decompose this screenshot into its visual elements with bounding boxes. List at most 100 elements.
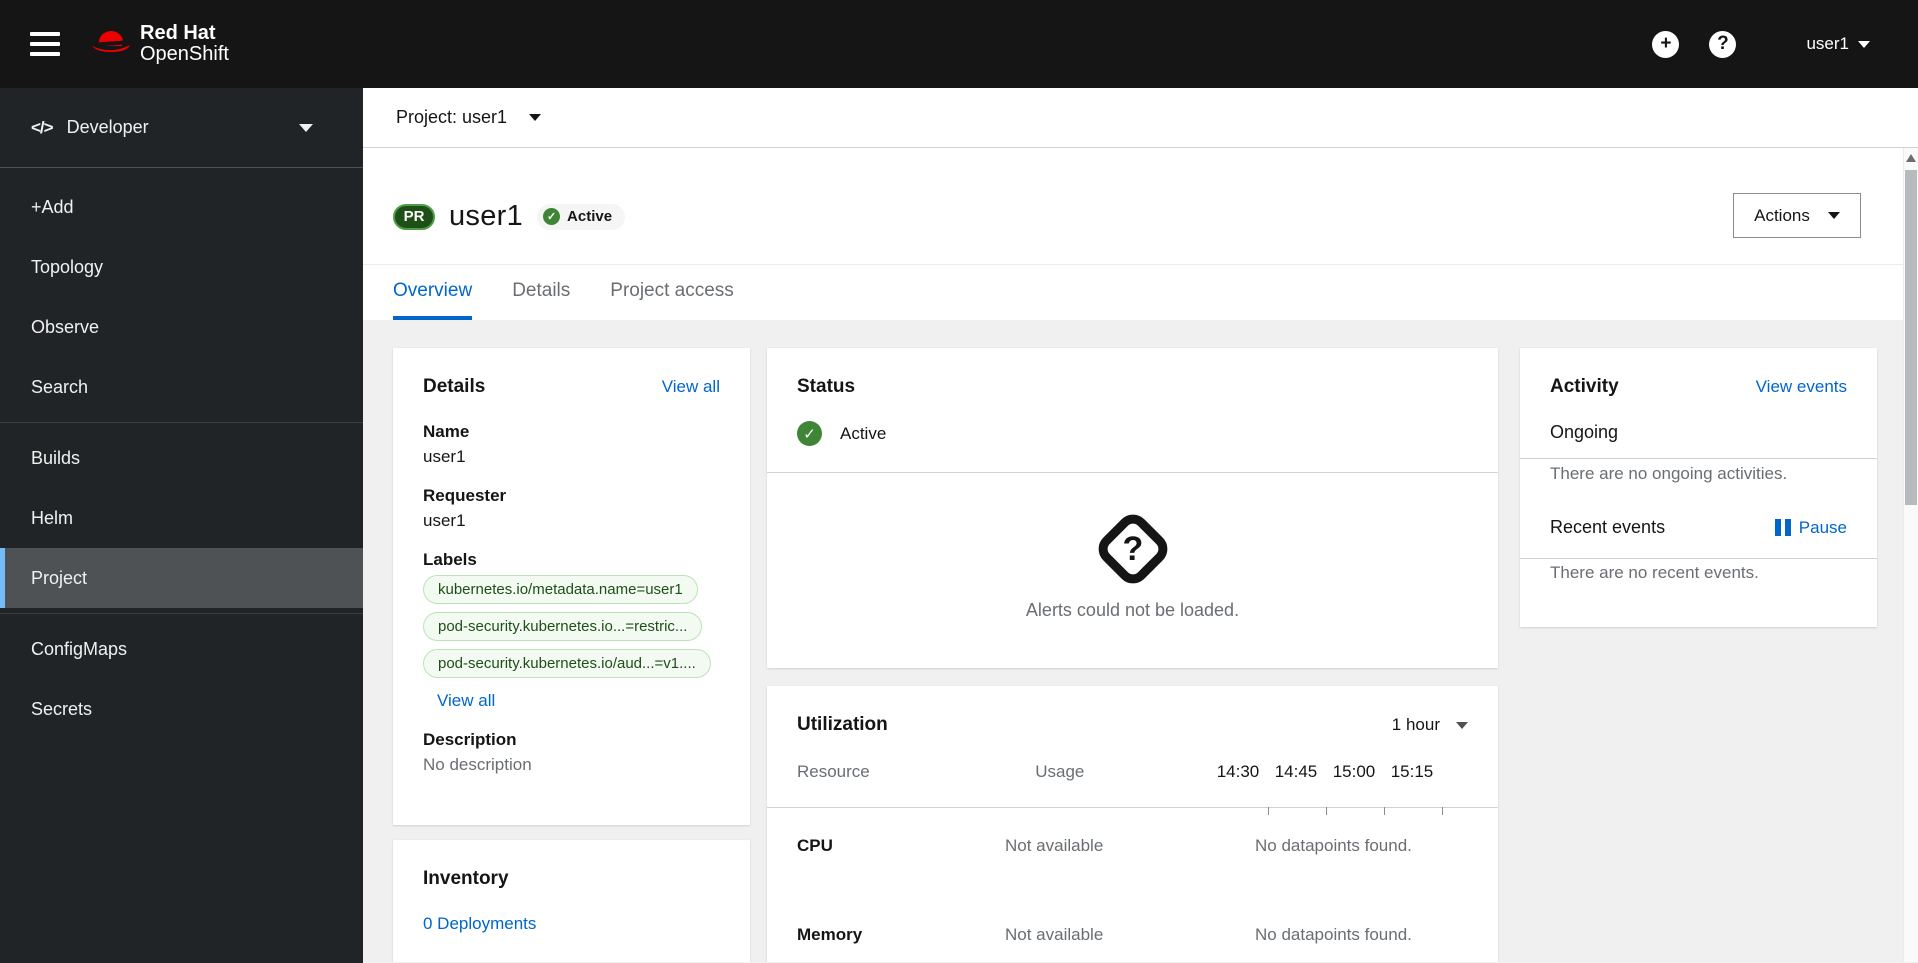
main-content: Project: user1 PR user1 ✓ Active Actions… [363, 88, 1918, 963]
resource-name: CPU [797, 836, 833, 855]
help-circle-icon[interactable]: ? [1709, 30, 1737, 58]
pause-events-button[interactable]: Pause [1774, 517, 1847, 538]
label-chip[interactable]: kubernetes.io/metadata.name=user1 [423, 575, 698, 604]
sidebar-item-builds[interactable]: Builds [0, 428, 363, 488]
vertical-scrollbar[interactable] [1903, 148, 1918, 962]
brand-line1: Red Hat [140, 22, 216, 44]
chevron-down-icon [1827, 212, 1840, 219]
inventory-card: Inventory 0 Deployments [393, 840, 750, 962]
time-tick-label: 15:00 [1332, 762, 1376, 781]
status-value: Active [840, 423, 887, 443]
utilization-card: Utilization 1 hour Resource Usage 14:30 … [767, 686, 1498, 962]
pause-button-label: Pause [1798, 517, 1847, 537]
alerts-message: Alerts could not be loaded. [1025, 600, 1240, 620]
scroll-up-arrow-icon[interactable] [1906, 154, 1916, 162]
divider [1520, 458, 1877, 459]
redhat-hat-icon [92, 31, 130, 52]
chevron-down-icon [1858, 40, 1870, 48]
axis-ticks [1239, 807, 1471, 815]
check-circle-icon: ✓ [797, 421, 822, 446]
project-resource-badge: PR [393, 203, 435, 230]
tab-overview[interactable]: Overview [393, 265, 473, 320]
user-menu[interactable]: user1 [1806, 34, 1870, 54]
tab-details[interactable]: Details [512, 265, 570, 320]
details-view-all-link[interactable]: View all [662, 377, 720, 397]
sidebar-divider [0, 422, 363, 423]
resource-name: Memory [797, 925, 863, 944]
ongoing-empty-text: There are no ongoing activities. [1550, 464, 1788, 483]
status-card-title: Status [797, 376, 856, 397]
sidebar-divider [0, 613, 363, 614]
usage-value: Not available [1005, 925, 1104, 944]
sidebar-item-search[interactable]: Search [0, 357, 363, 417]
name-value: user1 [423, 447, 466, 466]
chevron-down-icon [1456, 721, 1468, 729]
scroll-region: PR user1 ✓ Active Actions Overview Detai… [363, 148, 1918, 962]
page-header: PR user1 ✓ Active Actions [363, 148, 1903, 264]
requester-value: user1 [423, 511, 466, 530]
ongoing-label: Ongoing [1550, 422, 1619, 442]
tab-project-access[interactable]: Project access [610, 265, 734, 320]
labels-view-all-link[interactable]: View all [437, 691, 495, 711]
actions-button-label: Actions [1754, 205, 1810, 225]
datapoints-value: No datapoints found. [1255, 836, 1412, 855]
page-title: user1 [449, 200, 524, 232]
deployments-link[interactable]: 0 Deployments [423, 914, 536, 934]
chevron-down-icon [299, 123, 313, 132]
project-selector[interactable]: Project: user1 [363, 88, 1918, 148]
sidebar-item-project[interactable]: Project [0, 548, 363, 608]
usage-value: Not available [1005, 836, 1104, 855]
duration-select[interactable]: 1 hour [1392, 715, 1468, 735]
details-card: Details View all Name user1 Requester us… [393, 348, 750, 825]
activity-card-title: Activity [1550, 376, 1619, 397]
sidebar-item-add[interactable]: +Add [0, 177, 363, 237]
datapoints-value: No datapoints found. [1255, 925, 1412, 944]
activity-card: Activity View events Ongoing There are n… [1520, 348, 1877, 627]
unknown-status-icon: ? [1091, 507, 1174, 591]
perspective-switcher[interactable]: </> Developer [0, 88, 363, 168]
name-label: Name [423, 422, 470, 441]
col-resource-header: Resource [797, 762, 870, 781]
user-menu-label: user1 [1806, 34, 1849, 53]
requester-label: Requester [423, 486, 507, 505]
status-badge: ✓ Active [537, 203, 626, 230]
divider [1520, 558, 1877, 559]
pause-icon [1774, 519, 1791, 536]
project-selector-label: Project: user1 [396, 107, 508, 127]
status-badge-label: Active [567, 208, 613, 225]
code-icon: </> [31, 117, 54, 137]
recent-events-label: Recent events [1550, 517, 1666, 537]
add-circle-icon[interactable]: + [1652, 30, 1680, 58]
sidebar-item-configmaps[interactable]: ConfigMaps [0, 619, 363, 679]
actions-button[interactable]: Actions [1733, 193, 1861, 238]
sidebar-item-topology[interactable]: Topology [0, 237, 363, 297]
sidebar-item-observe[interactable]: Observe [0, 297, 363, 357]
scrollbar-thumb[interactable] [1905, 170, 1917, 505]
sidebar-nav: </> Developer +Add Topology Observe Sear… [0, 88, 363, 963]
description-value: No description [423, 755, 532, 774]
brand-line2: OpenShift [140, 43, 229, 65]
details-card-title: Details [423, 376, 486, 397]
view-events-link[interactable]: View events [1756, 377, 1847, 397]
nav-toggle-hamburger-icon[interactable] [30, 32, 60, 56]
labels-label: Labels [423, 550, 477, 569]
label-chip-list: kubernetes.io/metadata.name=user1 pod-se… [423, 575, 720, 678]
label-chip[interactable]: pod-security.kubernetes.io...=restric... [423, 612, 703, 641]
recent-empty-text: There are no recent events. [1550, 563, 1759, 582]
sidebar-item-helm[interactable]: Helm [0, 488, 363, 548]
status-card: Status ✓ Active ? Alerts could not be lo… [767, 348, 1498, 668]
redhat-openshift-logo: Red Hat OpenShift [90, 23, 229, 65]
tab-bar: Overview Details Project access [363, 264, 1903, 320]
chevron-down-icon [529, 114, 542, 121]
description-label: Description [423, 730, 517, 749]
time-tick-label: 14:45 [1274, 762, 1318, 781]
time-tick-label: 15:15 [1390, 762, 1434, 781]
sidebar-item-secrets[interactable]: Secrets [0, 679, 363, 739]
col-usage-header: Usage [1035, 762, 1085, 781]
utilization-card-title: Utilization [797, 714, 888, 735]
label-chip[interactable]: pod-security.kubernetes.io/aud...=v1.... [423, 649, 711, 678]
utilization-row-cpu: CPU Not available No datapoints found. [797, 836, 1468, 856]
inventory-card-title: Inventory [423, 868, 509, 889]
masthead: Red Hat OpenShift + ? user1 [0, 0, 1918, 88]
time-tick-label: 14:30 [1216, 762, 1260, 781]
